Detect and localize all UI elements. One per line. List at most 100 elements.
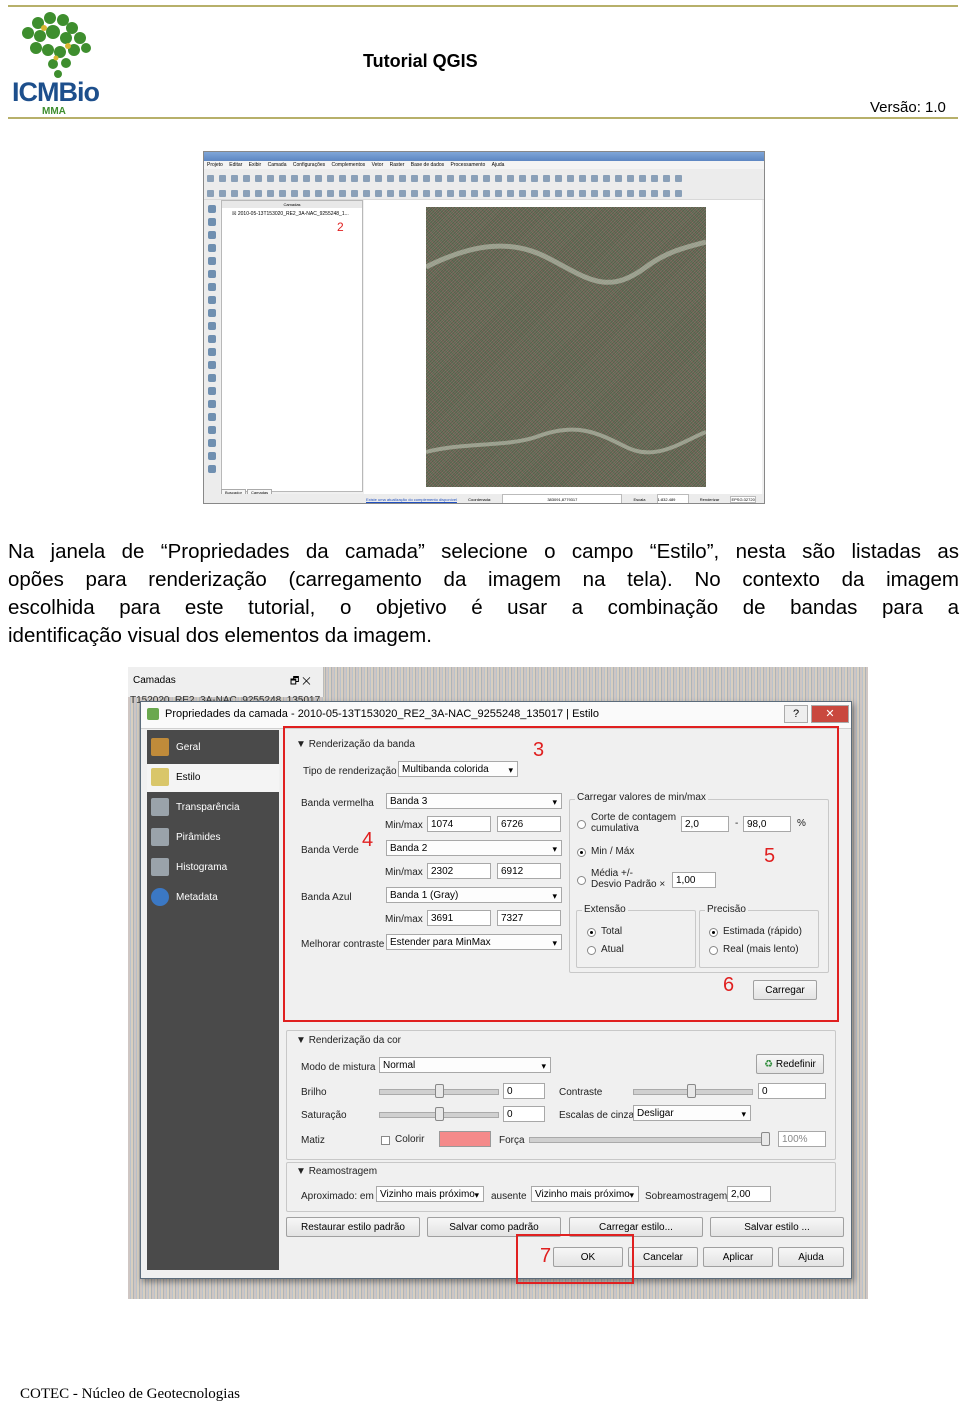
toolbar-icon: [471, 175, 478, 182]
sidebar-item-estilo[interactable]: Estilo: [147, 764, 279, 792]
menu-item[interactable]: Vetor: [372, 162, 384, 168]
tool-icon: [208, 231, 216, 239]
strength-slider[interactable]: [529, 1137, 767, 1143]
tools-icon: [151, 738, 169, 757]
zoom-in-label: Aproximado: em: [301, 1191, 374, 1202]
layer-item-label: 2010-05-13T153020_RE2_3A-NAC_9255248_1..…: [237, 211, 349, 217]
saturation-input[interactable]: 0: [503, 1106, 545, 1122]
toolbar-icon: [291, 175, 298, 182]
toolbar-icon: [387, 190, 394, 197]
cancel-button[interactable]: Cancelar: [628, 1247, 698, 1267]
hue-label: Matiz: [301, 1135, 325, 1146]
menu-item[interactable]: Processamento: [451, 162, 486, 168]
annotation-marker-6: 6: [723, 974, 735, 996]
layers-panel: Camadas ☒ 2010-05-13T153020_RE2_3A-NAC_9…: [221, 200, 363, 492]
toolbar-icon: [207, 175, 214, 182]
brightness-input[interactable]: 0: [503, 1083, 545, 1099]
tool-icon: [208, 296, 216, 304]
reset-button[interactable]: ♻ Redefinir: [756, 1054, 824, 1074]
header-top-rule: [8, 5, 958, 7]
sidebar-item-label: Pirâmides: [176, 832, 221, 843]
logo-subtext: MMA: [42, 106, 66, 116]
toolbar-icon: [567, 190, 574, 197]
brightness-slider-handle[interactable]: [435, 1084, 444, 1098]
toolbar-icon: [303, 175, 310, 182]
contrast-input[interactable]: 0: [758, 1083, 826, 1099]
toolbar-icon: [435, 175, 442, 182]
dialog-titlebar: Propriedades da camada - 2010-05-13T1530…: [141, 702, 851, 729]
toolbar-icon: [507, 190, 514, 197]
tool-icon: [208, 439, 216, 447]
page-footer: COTEC - Núcleo de Geotecnologias: [20, 1386, 240, 1402]
toolbar-icon: [303, 190, 310, 197]
toolbar-icon: [447, 175, 454, 182]
tool-icon: [208, 283, 216, 291]
colorize-checkbox[interactable]: [381, 1136, 390, 1145]
toolbar-icon: [615, 175, 622, 182]
strength-input[interactable]: 100%: [778, 1131, 826, 1147]
tool-icon: [208, 348, 216, 356]
histogram-icon: [151, 858, 169, 877]
raster-image: [424, 207, 707, 487]
contrast-slider-handle[interactable]: [687, 1084, 696, 1098]
camadas-panel-header: Camadas 🗗 ✕: [128, 667, 324, 697]
saturation-slider-handle[interactable]: [435, 1107, 444, 1121]
menu-item[interactable]: Raster: [390, 162, 405, 168]
icmbio-logo: ICMBio MMA: [8, 8, 118, 117]
grayscale-select[interactable]: Desligar: [633, 1105, 751, 1122]
menu-item[interactable]: Camada: [268, 162, 287, 168]
menu-item[interactable]: Editar: [229, 162, 242, 168]
toolbar-icon: [651, 175, 658, 182]
coordinate-field[interactable]: 383091,8779317: [502, 494, 623, 503]
toolbar-icon: [531, 175, 538, 182]
paragraph-line: identificação visual dos elementos da im…: [8, 624, 432, 647]
apply-button[interactable]: Aplicar: [703, 1247, 773, 1267]
restore-default-style-button[interactable]: Restaurar estilo padrão: [286, 1217, 420, 1237]
zoom-out-select[interactable]: Vizinho mais próximo: [531, 1186, 639, 1203]
menu-item[interactable]: Exibir: [249, 162, 262, 168]
toolbar-icon: [363, 175, 370, 182]
toolbar-icon: [543, 190, 550, 197]
layer-properties-screenshot: Camadas 🗗 ✕ T152020_RE2_3A-NAC_9255248_1…: [128, 667, 868, 1299]
strength-slider-handle[interactable]: [761, 1132, 770, 1146]
toolbar-icon: [243, 175, 250, 182]
toolbar-icon: [375, 175, 382, 182]
toolbar-icon: [639, 175, 646, 182]
sidebar-item-histograma[interactable]: Histograma: [147, 854, 279, 882]
help-icon[interactable]: ?: [784, 705, 808, 723]
close-icon[interactable]: ✕: [811, 705, 849, 723]
toolbar-icon: [375, 190, 382, 197]
sidebar-item-geral[interactable]: Geral: [147, 734, 279, 762]
toolbar-icon: [495, 190, 502, 197]
sidebar-item-transparencia[interactable]: Transparência: [147, 794, 279, 822]
scale-field[interactable]: 1:832.489: [656, 494, 689, 503]
camadas-panel-title: Camadas: [133, 675, 176, 686]
menu-item[interactable]: Projeto: [207, 162, 223, 168]
section-resampling-title[interactable]: ▼ Reamostragem: [296, 1166, 377, 1177]
menu-item[interactable]: Complementos: [332, 162, 366, 168]
dialog-title-buttons: ? ✕: [781, 705, 849, 723]
help-button[interactable]: Ajuda: [778, 1247, 844, 1267]
plugin-update-link[interactable]: Existe uma atualização do complemento di…: [366, 497, 457, 502]
panel-float-close-icons[interactable]: 🗗 ✕: [290, 674, 311, 691]
crs-button[interactable]: EPSG:32720: [730, 496, 756, 503]
document-version: Versão: 1.0: [870, 99, 946, 116]
render-checkbox-label[interactable]: Renderizar: [700, 497, 720, 502]
layer-item[interactable]: ☒ 2010-05-13T153020_RE2_3A-NAC_9255248_1…: [232, 211, 349, 217]
menu-item[interactable]: Base de dados: [411, 162, 444, 168]
section-color-render-title[interactable]: ▼ Renderização da cor: [296, 1035, 401, 1046]
save-style-button[interactable]: Salvar estilo ...: [710, 1217, 844, 1237]
contrast-label: Contraste: [559, 1087, 603, 1098]
blend-mode-select[interactable]: Normal: [379, 1057, 551, 1074]
menu-item[interactable]: Ajuda: [492, 162, 505, 168]
zoom-in-select[interactable]: Vizinho mais próximo: [376, 1186, 484, 1203]
colorize-color-swatch[interactable]: [439, 1131, 491, 1147]
pyramid-icon: [151, 828, 169, 847]
toolbar-icon: [279, 175, 286, 182]
menu-item[interactable]: Configurações: [293, 162, 325, 168]
sidebar-item-metadata[interactable]: Metadata: [147, 884, 279, 912]
sidebar-item-piramides[interactable]: Pirâmides: [147, 824, 279, 852]
toolbar-icon: [663, 175, 670, 182]
oversampling-input[interactable]: 2,00: [727, 1186, 771, 1202]
grayscale-label: Escalas de cinza: [559, 1110, 635, 1121]
